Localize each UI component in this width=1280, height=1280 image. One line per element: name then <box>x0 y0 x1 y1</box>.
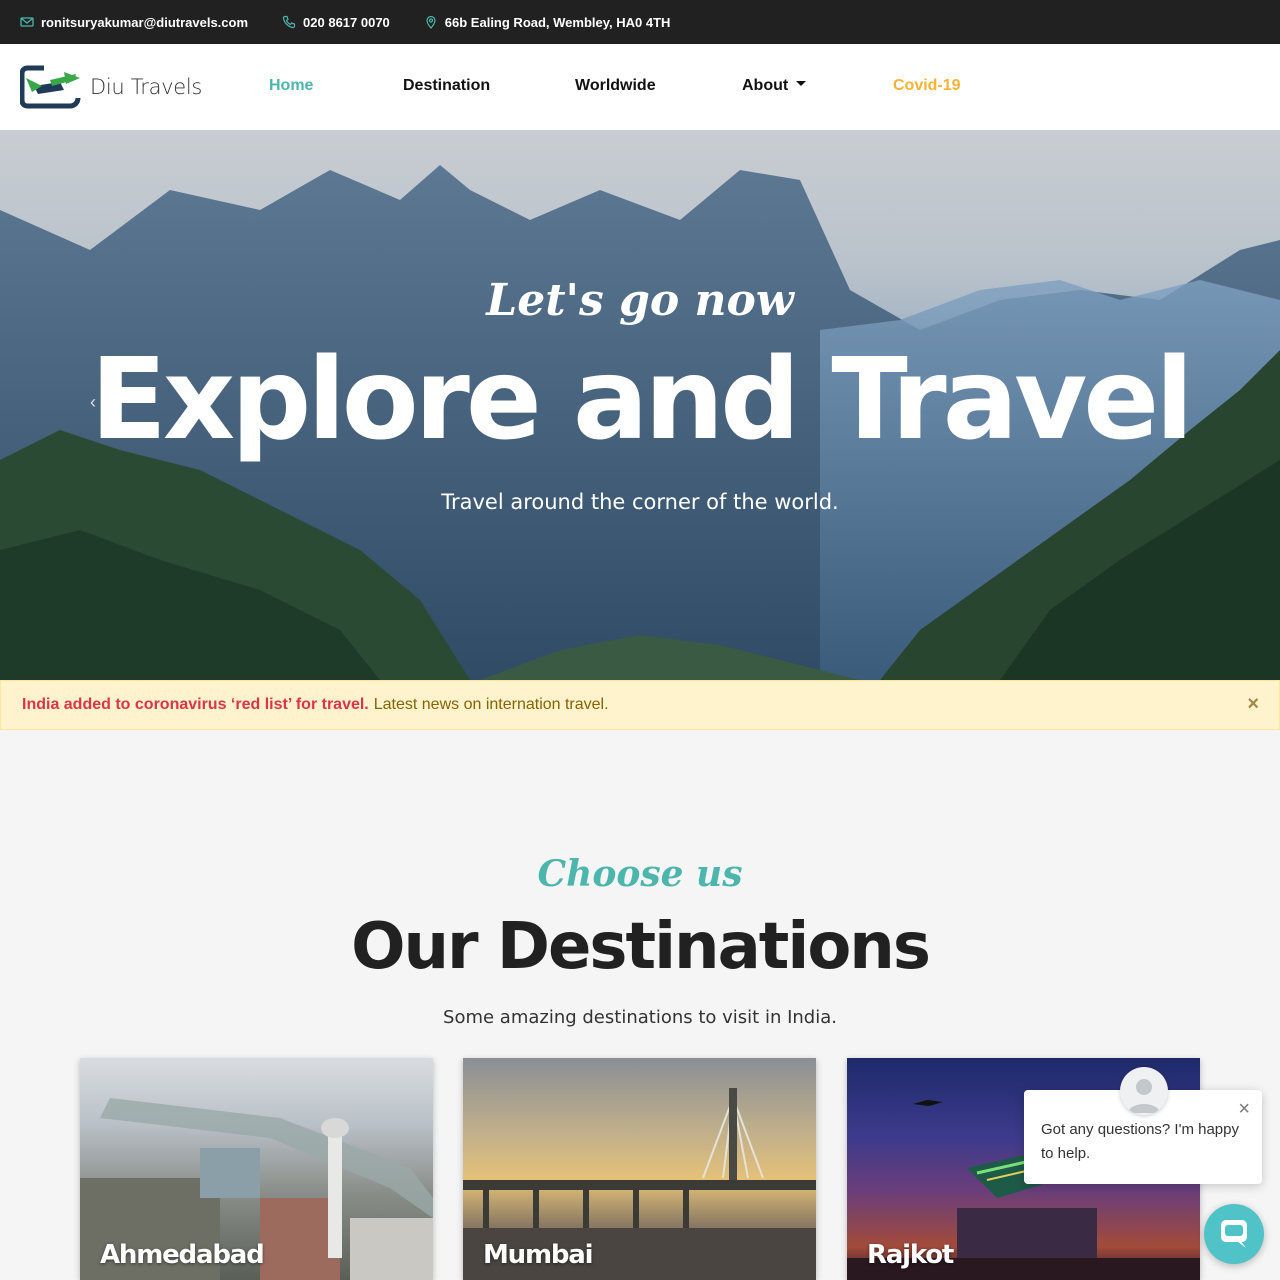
email-contact[interactable]: ronitsuryakumar@diutravels.com <box>20 15 248 30</box>
alert-close-icon[interactable]: × <box>1247 693 1259 716</box>
chat-close-icon[interactable]: × <box>1238 1098 1250 1121</box>
carousel-next-icon[interactable]: › <box>1178 392 1184 413</box>
hero-title: Explore and Travel <box>90 335 1193 465</box>
section-script-heading: Choose us <box>537 853 743 895</box>
nav-worldwide[interactable]: Worldwide <box>575 77 656 95</box>
section-subtitle: Some amazing destinations to visit in In… <box>443 1007 837 1028</box>
nav-about-label: About <box>742 77 789 94</box>
main-navbar: Diu Travels Home Destination Worldwide A… <box>0 44 1280 130</box>
alert-headline[interactable]: India added to coronavirus ‘red list’ fo… <box>22 696 369 714</box>
nav-about-dropdown[interactable]: About <box>742 77 807 95</box>
logo-icon <box>19 64 82 110</box>
caret-down-icon <box>796 81 807 87</box>
chat-avatar <box>1120 1067 1168 1115</box>
destination-card-mumbai[interactable]: Mumbai <box>463 1058 816 1280</box>
phone-text: 020 8617 0070 <box>303 14 390 30</box>
destinations-section: Choose us Our Destinations Some amazing … <box>0 745 1280 1280</box>
map-pin-icon <box>424 15 438 29</box>
phone-icon <box>282 15 296 29</box>
address-contact[interactable]: 66b Ealing Road, Wembley, HA0 4TH <box>424 14 671 30</box>
destination-card-ahmedabad[interactable]: Ahmedabad <box>80 1058 433 1280</box>
address-text: 66b Ealing Road, Wembley, HA0 4TH <box>444 14 671 30</box>
chat-bubble-icon <box>1221 1220 1247 1248</box>
hero-subtitle: Travel around the corner of the world. <box>441 490 839 514</box>
nav-destination[interactable]: Destination <box>403 77 490 95</box>
card-title: Rajkot <box>867 1240 954 1270</box>
card-title: Mumbai <box>483 1240 594 1270</box>
chat-message: Got any questions? I'm happy to help. <box>1041 1121 1239 1162</box>
brand-link[interactable]: Diu Travels <box>19 64 203 110</box>
section-title: Our Destinations <box>351 910 931 984</box>
top-contact-bar: ronitsuryakumar@diutravels.com 020 8617 … <box>0 0 1280 44</box>
nav-covid[interactable]: Covid-19 <box>893 77 961 95</box>
card-title: Ahmedabad <box>100 1240 265 1270</box>
envelope-icon <box>20 15 34 29</box>
nav-home[interactable]: Home <box>269 77 313 95</box>
hero-carousel: Let's go now Explore and Travel Travel a… <box>0 130 1280 680</box>
carousel-prev-icon[interactable]: ‹ <box>90 392 96 413</box>
brand-name: Diu Travels <box>90 75 203 99</box>
travel-alert: India added to coronavirus ‘red list’ fo… <box>0 680 1280 730</box>
user-avatar-icon <box>1128 1079 1160 1113</box>
email-text: ronitsuryakumar@diutravels.com <box>41 14 249 30</box>
alert-text[interactable]: Latest news on internation travel. <box>374 696 609 714</box>
chat-launcher-button[interactable] <box>1204 1204 1264 1264</box>
phone-contact[interactable]: 020 8617 0070 <box>282 15 390 30</box>
hero-script-heading: Let's go now <box>486 275 794 326</box>
